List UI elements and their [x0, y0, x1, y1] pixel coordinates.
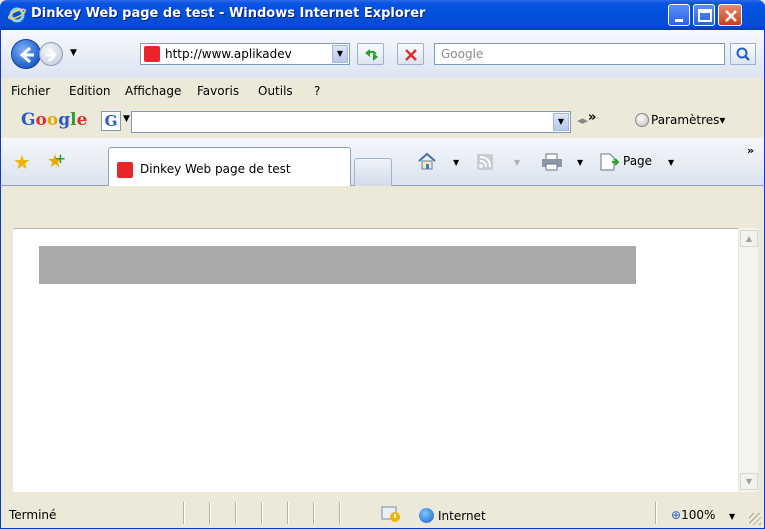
tab-label: Dinkey Web page de test: [140, 162, 291, 176]
google-search-dropdown-icon[interactable]: ▼: [553, 113, 569, 131]
minimize-icon: [675, 19, 683, 22]
back-button[interactable]: [11, 39, 41, 69]
menu-item-help[interactable]: ?: [314, 84, 320, 98]
site-favicon-icon: [144, 46, 160, 62]
menu-item-favoris[interactable]: Favoris: [197, 84, 239, 98]
close-icon: [725, 10, 737, 22]
security-zone[interactable]: Internet: [419, 508, 486, 523]
zoom-icon: ⊕: [671, 508, 682, 522]
address-toolbar: ▼ http://www.aplikadev ▼ Google: [0, 30, 765, 78]
status-separator: [235, 502, 236, 524]
ie-logo-icon: [8, 7, 26, 23]
menu-bar: Fichier Edition Affichage Favoris Outils…: [0, 78, 765, 102]
status-separator: [339, 502, 340, 524]
menu-item-edition[interactable]: Edition: [69, 84, 111, 98]
refresh-icon: [365, 49, 378, 61]
status-bar: Terminé Internet ⊕100% ▼: [0, 492, 765, 529]
scroll-up-icon[interactable]: ▲: [740, 230, 758, 247]
title-bar[interactable]: Dinkey Web page de test - Windows Intern…: [0, 0, 765, 30]
new-tab-button[interactable]: [354, 158, 392, 186]
google-search-input[interactable]: ▼: [131, 111, 571, 133]
google-menu-dropdown-icon[interactable]: ▼: [123, 114, 130, 124]
status-separator: [655, 502, 656, 524]
page-icon[interactable]: [599, 153, 619, 171]
feeds-dropdown-icon[interactable]: ▼: [514, 158, 520, 167]
search-icon: [736, 47, 750, 61]
home-dropdown-icon[interactable]: ▼: [453, 158, 459, 167]
page-menu-label[interactable]: Page: [623, 154, 652, 168]
security-zone-label: Internet: [438, 509, 486, 523]
tab-favicon-icon: [117, 162, 133, 178]
status-separator: [261, 502, 262, 524]
stop-button[interactable]: [397, 43, 424, 65]
google-search-arrow-icon[interactable]: ◂▸: [577, 114, 588, 127]
print-dropdown-icon[interactable]: ▼: [577, 158, 583, 167]
tab-toolbar: ★ ★ + Dinkey Web page de test ▼ ▼ ▼ Page …: [0, 138, 765, 186]
google-menu-button[interactable]: G: [101, 111, 121, 131]
page-viewport: [13, 228, 746, 492]
close-button[interactable]: [718, 4, 742, 26]
google-toolbar: Google G ▼ ▼ ◂▸ » Paramètres▾: [0, 102, 765, 138]
status-text: Terminé: [9, 508, 57, 522]
print-icon[interactable]: [541, 153, 563, 171]
favorites-star-icon[interactable]: ★: [13, 152, 31, 172]
google-more-button[interactable]: »: [588, 110, 596, 125]
minimize-button[interactable]: [668, 4, 690, 26]
scroll-down-icon[interactable]: ▼: [740, 473, 758, 490]
zoom-dropdown-icon[interactable]: ▼: [729, 512, 735, 521]
google-settings-label: Paramètres▾: [651, 113, 726, 127]
search-input[interactable]: Google: [434, 43, 725, 65]
maximize-button[interactable]: [693, 4, 715, 26]
toolbar-chevron-icon[interactable]: »: [747, 144, 754, 157]
history-dropdown-icon[interactable]: ▼: [70, 48, 77, 58]
status-separator: [209, 502, 210, 524]
forward-button[interactable]: [39, 42, 63, 66]
menu-item-fichier[interactable]: Fichier: [11, 84, 50, 98]
arrow-left-icon: [19, 46, 34, 64]
maximize-icon: [698, 9, 712, 22]
google-settings-button[interactable]: Paramètres▾: [635, 113, 725, 127]
status-separator: [313, 502, 314, 524]
status-separator: [287, 502, 288, 524]
address-dropdown-icon[interactable]: ▼: [332, 45, 348, 63]
resize-grip-icon[interactable]: [749, 513, 761, 525]
page-placeholder-block: [39, 246, 636, 284]
google-logo: Google: [21, 110, 88, 130]
menu-item-outils[interactable]: Outils: [258, 84, 293, 98]
tab-active[interactable]: Dinkey Web page de test: [108, 147, 351, 186]
address-url: http://www.aplikadev: [165, 47, 292, 61]
address-input[interactable]: http://www.aplikadev ▼: [140, 43, 350, 65]
menu-item-affichage[interactable]: Affichage: [125, 84, 181, 98]
status-separator: [183, 502, 184, 524]
zoom-level[interactable]: ⊕100%: [671, 508, 715, 522]
search-button[interactable]: [730, 43, 756, 65]
vertical-scrollbar[interactable]: ▲ ▼: [738, 228, 758, 492]
arrow-right-icon: [46, 48, 57, 62]
zoom-value: 100%: [681, 508, 716, 522]
home-icon[interactable]: [417, 152, 437, 170]
window-title: Dinkey Web page de test - Windows Intern…: [31, 6, 426, 21]
stop-icon: [405, 49, 417, 61]
content-area: ▲ ▼: [0, 186, 765, 492]
page-dropdown-icon[interactable]: ▼: [668, 158, 674, 167]
protected-mode-icon[interactable]: [381, 505, 403, 523]
feeds-icon[interactable]: [477, 154, 493, 170]
refresh-button[interactable]: [357, 43, 384, 65]
search-placeholder: Google: [441, 47, 484, 61]
settings-circle-icon: [635, 113, 649, 127]
globe-icon: [419, 508, 434, 523]
add-favorite-icon[interactable]: ★ +: [47, 152, 66, 172]
